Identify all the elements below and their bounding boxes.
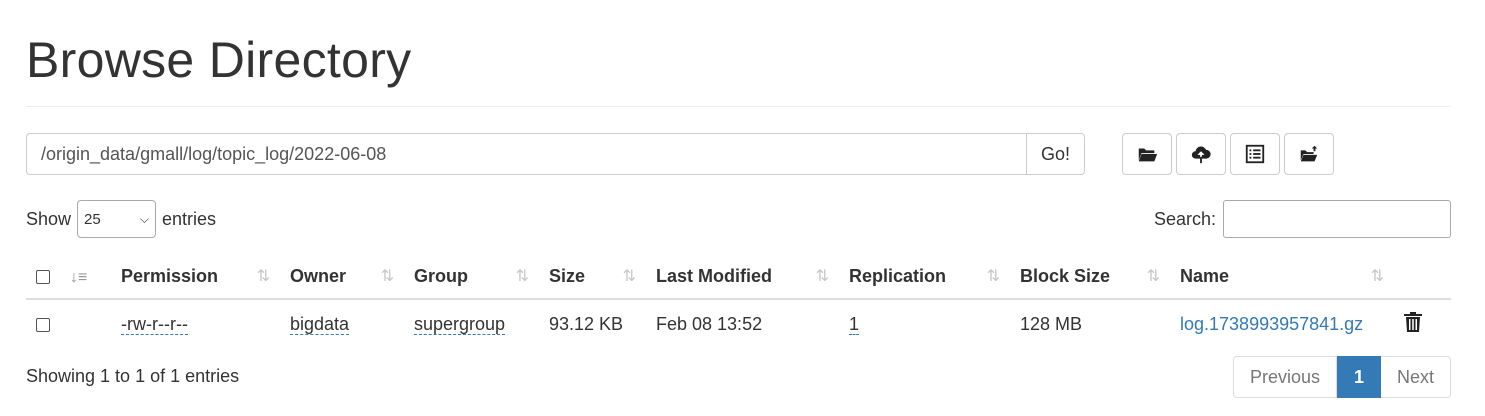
search-input[interactable] <box>1223 200 1451 238</box>
chevron-down-icon: ⌵ <box>139 211 150 226</box>
replication-cell: 1 <box>839 299 1010 349</box>
move-button[interactable] <box>1284 133 1334 175</box>
column-last-modified[interactable]: Last Modified ⇅ <box>646 254 839 300</box>
directory-toolbar <box>1122 133 1334 175</box>
column-size[interactable]: Size ⇅ <box>539 254 646 300</box>
sort-icon: ⇅ <box>256 268 270 285</box>
delete-cell <box>1394 299 1451 349</box>
sort-icon: ⇅ <box>622 268 636 285</box>
next-page-button[interactable]: Next <box>1380 356 1451 398</box>
column-name[interactable]: Name ⇅ <box>1170 254 1394 300</box>
folder-open-icon <box>1137 148 1158 162</box>
permission-cell: -rw-r--r-- <box>111 299 280 349</box>
page-title: Browse Directory <box>26 32 412 88</box>
select-all-checkbox[interactable] <box>36 269 50 284</box>
row-spacer-cell <box>70 299 111 349</box>
title-divider <box>26 106 1451 107</box>
file-listing-table: ↓≡ Permission ⇅ Owner ⇅ Group ⇅ Size ⇅ L… <box>26 254 1451 349</box>
sort-icon: ⇅ <box>1370 268 1384 285</box>
sort-icon: ⇅ <box>986 268 1000 285</box>
actions-header <box>1394 254 1451 300</box>
owner-cell: bigdata <box>280 299 404 349</box>
cut-paste-button[interactable] <box>1230 133 1280 175</box>
group-value[interactable]: supergroup <box>414 314 506 335</box>
create-directory-button[interactable] <box>1122 133 1172 175</box>
go-button[interactable]: Go! <box>1026 133 1085 175</box>
table-info: Showing 1 to 1 of 1 entries <box>26 366 240 386</box>
column-size-label: Size <box>549 265 586 286</box>
path-input-group: Go! <box>26 133 1085 175</box>
group-cell: supergroup <box>404 299 539 349</box>
column-permission[interactable]: Permission ⇅ <box>111 254 280 300</box>
name-cell: log.1738993957841.gz <box>1170 299 1394 349</box>
list-alt-icon <box>1245 144 1265 164</box>
page-length-control: Show 25 ⌵ entries <box>26 200 216 238</box>
previous-page-button[interactable]: Previous <box>1232 356 1337 398</box>
table-row: -rw-r--r-- bigdata supergroup 93.12 KB F… <box>26 299 1451 349</box>
trash-icon <box>1404 312 1422 332</box>
table-search: Search: <box>1154 200 1451 238</box>
directory-path-input[interactable] <box>26 133 1026 175</box>
sort-icon: ⇅ <box>380 268 394 285</box>
show-label: Show <box>26 208 72 229</box>
browse-directory-page: Browse Directory Go! <box>0 0 1485 416</box>
size-cell: 93.12 KB <box>549 314 624 334</box>
row-select-cell <box>26 299 70 349</box>
column-block-size-label: Block Size <box>1020 265 1111 286</box>
entries-label: entries <box>162 208 217 229</box>
column-group-label: Group <box>414 265 468 286</box>
row-checkbox[interactable] <box>36 318 50 333</box>
sort-amount-down-icon: ↓≡ <box>70 268 88 286</box>
permission-value[interactable]: -rw-r--r-- <box>121 314 188 335</box>
column-owner-label: Owner <box>290 265 347 286</box>
delete-button[interactable] <box>1404 312 1422 336</box>
column-replication-label: Replication <box>849 265 947 286</box>
sort-icon: ⇅ <box>1146 268 1160 285</box>
column-replication[interactable]: Replication ⇅ <box>839 254 1010 300</box>
folder-move-icon <box>1299 145 1318 162</box>
upload-button[interactable] <box>1176 133 1226 175</box>
table-header-row: ↓≡ Permission ⇅ Owner ⇅ Group ⇅ Size ⇅ L… <box>26 254 1451 300</box>
cloud-upload-icon <box>1191 146 1211 164</box>
column-group[interactable]: Group ⇅ <box>404 254 539 300</box>
last-modified-cell: Feb 08 13:52 <box>656 314 763 334</box>
column-last-modified-label: Last Modified <box>656 265 772 286</box>
owner-value[interactable]: bigdata <box>290 314 350 335</box>
sort-icon: ⇅ <box>815 268 829 285</box>
sort-icon: ⇅ <box>515 268 529 285</box>
column-permission-label: Permission <box>121 265 219 286</box>
page-button-current[interactable]: 1 <box>1336 356 1381 398</box>
sort-header[interactable]: ↓≡ <box>70 254 111 300</box>
entries-per-page-select[interactable]: 25 ⌵ <box>77 200 157 238</box>
entries-per-page-value: 25 <box>84 210 101 228</box>
replication-value[interactable]: 1 <box>849 314 860 335</box>
pagination: Previous 1 Next <box>1232 356 1451 398</box>
column-name-label: Name <box>1180 265 1230 286</box>
block-size-cell: 128 MB <box>1020 314 1083 334</box>
select-all-header <box>26 254 70 300</box>
file-name-link[interactable]: log.1738993957841.gz <box>1180 314 1363 334</box>
search-label: Search: <box>1153 208 1216 229</box>
column-block-size[interactable]: Block Size ⇅ <box>1010 254 1170 300</box>
column-owner[interactable]: Owner ⇅ <box>280 254 404 300</box>
